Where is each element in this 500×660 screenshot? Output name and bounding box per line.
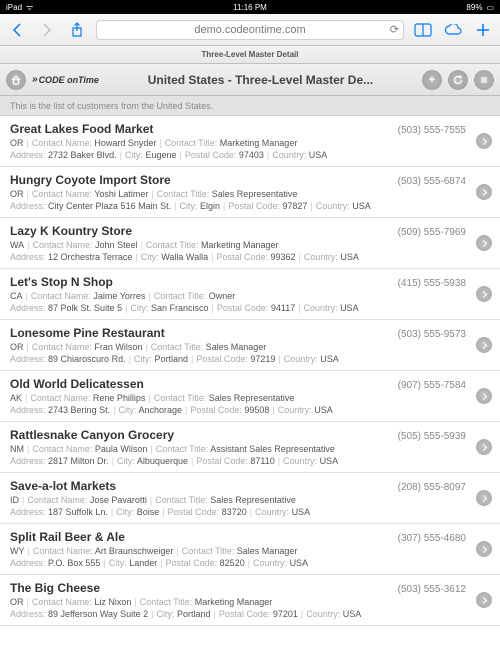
customer-meta-line-2: Address: 2743 Bering St.|City: Anchorage… — [10, 405, 466, 415]
customer-meta-line-2: Address: 187 Suffolk Ln.|City: Boise|Pos… — [10, 507, 466, 517]
customer-phone: (208) 555-8097 — [398, 482, 466, 493]
customer-meta-line-2: Address: 87 Polk St. Suite 5|City: San F… — [10, 303, 466, 313]
customer-meta-line-2: Address: 2732 Baker Blvd.|City: Eugene|P… — [10, 150, 466, 160]
customer-list[interactable]: Great Lakes Food Market (503) 555-7555 OR|… — [0, 116, 500, 660]
url-text: demo.codeontime.com — [194, 24, 305, 36]
clock: 11:16 PM — [0, 3, 500, 12]
customer-phone: (505) 555-5939 — [398, 431, 466, 442]
customer-phone: (503) 555-9573 — [398, 329, 466, 340]
customer-phone: (307) 555-4680 — [398, 533, 466, 544]
chevron-right-icon[interactable] — [476, 592, 492, 608]
chevron-right-icon[interactable] — [476, 337, 492, 353]
chevron-right-icon[interactable] — [476, 541, 492, 557]
add-button[interactable]: + — [422, 70, 442, 90]
safari-toolbar: demo.codeontime.com ⟳ — [0, 14, 500, 46]
customer-row[interactable]: Hungry Coyote Import Store (503) 555-6874… — [0, 167, 500, 218]
customer-meta-line-1: CA|Contact Name: Jaime Yorres|Contact Ti… — [10, 291, 466, 301]
customer-phone: (907) 555-7584 — [398, 380, 466, 391]
customer-phone: (415) 555-5938 — [398, 278, 466, 289]
refresh-app-button[interactable] — [448, 70, 468, 90]
icloud-tabs-button[interactable] — [442, 19, 464, 41]
logo-text: CODE onTime — [39, 75, 99, 85]
customer-meta-line-2: Address: 12 Orchestra Terrace|City: Wall… — [10, 252, 466, 262]
forward-button[interactable] — [36, 19, 58, 41]
customer-meta-line-1: OR|Contact Name: Liz Nixon|Contact Title… — [10, 597, 466, 607]
customer-name: Split Rail Beer & Ale — [10, 530, 125, 544]
battery-percent: 89% — [466, 3, 482, 12]
chevron-right-icon[interactable] — [476, 490, 492, 506]
customer-row[interactable]: Split Rail Beer & Ale (307) 555-4680 WY|Co… — [0, 524, 500, 575]
ios-status-bar: iPad ᯤ 11:16 PM 89% ▭ — [0, 0, 500, 14]
customer-meta-line-1: AK|Contact Name: Rene Phillips|Contact T… — [10, 393, 466, 403]
battery-icon: ▭ — [486, 3, 494, 12]
customer-name: Great Lakes Food Market — [10, 122, 153, 136]
wifi-icon: ᯤ — [26, 2, 33, 13]
reader-button[interactable] — [412, 19, 434, 41]
customer-meta-line-1: WA|Contact Name: John Steel|Contact Titl… — [10, 240, 466, 250]
tab-title: Three-Level Master Detail — [0, 46, 500, 64]
share-button[interactable] — [66, 19, 88, 41]
customer-meta-line-1: OR|Contact Name: Howard Snyder|Contact T… — [10, 138, 466, 148]
customer-row[interactable]: Great Lakes Food Market (503) 555-7555 OR|… — [0, 116, 500, 167]
customer-meta-line-1: OR|Contact Name: Yoshi Latimer|Contact T… — [10, 189, 466, 199]
customer-row[interactable]: Old World Delicatessen (907) 555-7584 AK|C… — [0, 371, 500, 422]
customer-row[interactable]: Save-a-lot Markets (208) 555-8097 ID|Conta… — [0, 473, 500, 524]
list-description: This is the list of customers from the U… — [0, 96, 500, 116]
customer-meta-line-1: ID|Contact Name: Jose Pavarotti|Contact … — [10, 495, 466, 505]
customer-meta-line-1: NM|Contact Name: Paula Wilson|Contact Ti… — [10, 444, 466, 454]
customer-name: Hungry Coyote Import Store — [10, 173, 171, 187]
home-button[interactable] — [6, 70, 26, 90]
customer-name: Rattlesnake Canyon Grocery — [10, 428, 174, 442]
customer-phone: (503) 555-6874 — [398, 176, 466, 187]
customer-row[interactable]: The Big Cheese (503) 555-3612 OR|Contact N… — [0, 575, 500, 626]
customer-name: Let's Stop N Shop — [10, 275, 113, 289]
customer-row[interactable]: Lonesome Pine Restaurant (503) 555-9573 OR… — [0, 320, 500, 371]
refresh-icon[interactable]: ⟳ — [390, 23, 399, 36]
page-title: United States - Three-Level Master De... — [105, 73, 416, 87]
chevron-right-icon[interactable] — [476, 235, 492, 251]
chevron-right-icon[interactable] — [476, 184, 492, 200]
back-button[interactable] — [6, 19, 28, 41]
customer-name: Old World Delicatessen — [10, 377, 144, 391]
customer-meta-line-2: Address: 2817 Milton Dr.|City: Albuquerq… — [10, 456, 466, 466]
customer-meta-line-1: OR|Contact Name: Fran Wilson|Contact Tit… — [10, 342, 466, 352]
menu-button[interactable] — [474, 70, 494, 90]
customer-row[interactable]: Lazy K Kountry Store (509) 555-7969 WA|Con… — [0, 218, 500, 269]
chevron-right-icon[interactable] — [476, 133, 492, 149]
customer-meta-line-1: WY|Contact Name: Art Braunschweiger|Cont… — [10, 546, 466, 556]
logo-arrow-icon: » — [32, 74, 38, 85]
customer-name: Lonesome Pine Restaurant — [10, 326, 165, 340]
device-label: iPad — [6, 3, 22, 12]
chevron-right-icon[interactable] — [476, 286, 492, 302]
new-tab-button[interactable] — [472, 19, 494, 41]
customer-name: Save-a-lot Markets — [10, 479, 116, 493]
customer-phone: (503) 555-7555 — [398, 125, 466, 136]
url-bar[interactable]: demo.codeontime.com ⟳ — [96, 20, 404, 40]
customer-meta-line-2: Address: City Center Plaza 516 Main St.|… — [10, 201, 466, 211]
chevron-right-icon[interactable] — [476, 439, 492, 455]
customer-phone: (503) 555-3612 — [398, 584, 466, 595]
chevron-right-icon[interactable] — [476, 388, 492, 404]
customer-name: The Big Cheese — [10, 581, 100, 595]
customer-name: Lazy K Kountry Store — [10, 224, 132, 238]
customer-row[interactable]: Let's Stop N Shop (415) 555-5938 CA|Contac… — [0, 269, 500, 320]
customer-meta-line-2: Address: 89 Chiaroscuro Rd.|City: Portla… — [10, 354, 466, 364]
customer-phone: (509) 555-7969 — [398, 227, 466, 238]
customer-meta-line-2: Address: P.O. Box 555|City: Lander|Posta… — [10, 558, 466, 568]
customer-row[interactable]: Rattlesnake Canyon Grocery (505) 555-5939… — [0, 422, 500, 473]
app-logo: » CODE onTime — [32, 74, 99, 85]
app-header: » CODE onTime United States - Three-Leve… — [0, 64, 500, 96]
customer-meta-line-2: Address: 89 Jefferson Way Suite 2|City: … — [10, 609, 466, 619]
